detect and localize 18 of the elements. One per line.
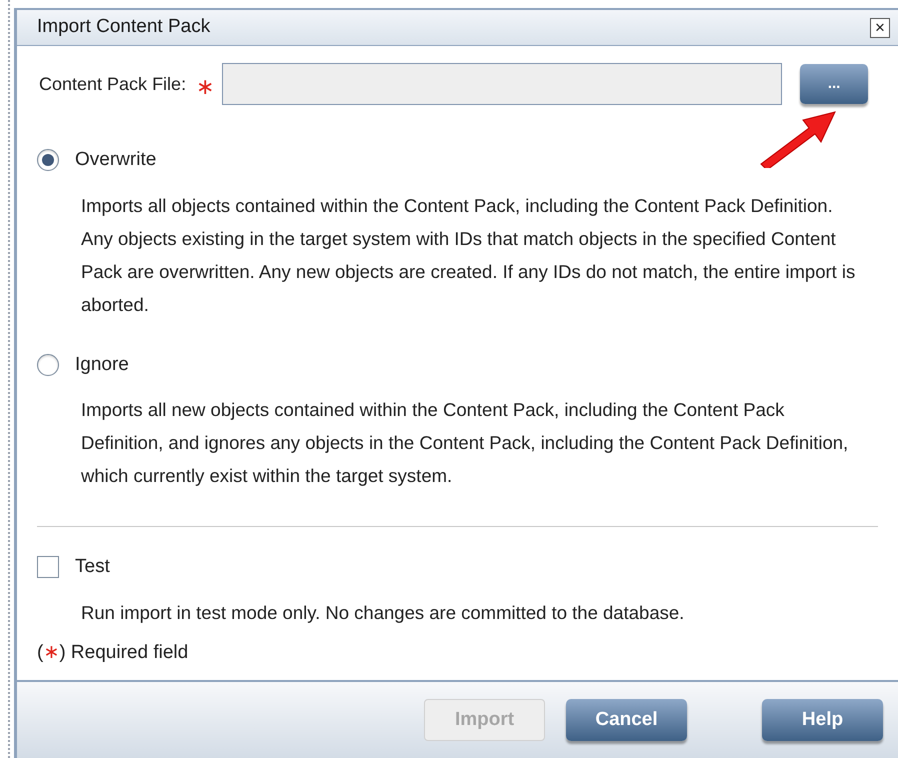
window-title: Import Content Pack (37, 15, 210, 40)
option-label[interactable]: Ignore (75, 350, 129, 379)
option-label[interactable]: Test (75, 553, 110, 582)
option-label[interactable]: Overwrite (75, 146, 156, 174)
option-description: Imports all new objects contained within the Content Pack, including the Content Pack Definition, and ignores any objects in the Content Pack, including the Content Pack Definition, which currently exist within the target system. (81, 398, 850, 488)
option-description: Imports all objects contained within the Content Pack, including the Content Pack Definition. Any objects existing in the target system with IDs that match objects in the specified Content Pack are overwritten. Any new objects are created. If any IDs do not match, the entire import is aborted. (81, 194, 856, 316)
required-legend: (∗) Required field (37, 638, 878, 667)
close-button[interactable]: × (870, 18, 890, 38)
dialog-button[interactable]: Cancel (566, 699, 687, 741)
checkbox[interactable] (37, 556, 59, 578)
file-input-field[interactable] (222, 63, 782, 105)
dialog-button[interactable]: Help (762, 699, 883, 741)
required-mark: ∗ (196, 72, 214, 100)
option-description: Run import in test mode only. No changes are committed to the database. (81, 600, 686, 625)
radio-button[interactable] (37, 149, 59, 172)
radio-button[interactable] (37, 354, 59, 376)
field-label: Content Pack File: (39, 72, 186, 96)
browse-button[interactable]: ... (800, 64, 868, 104)
